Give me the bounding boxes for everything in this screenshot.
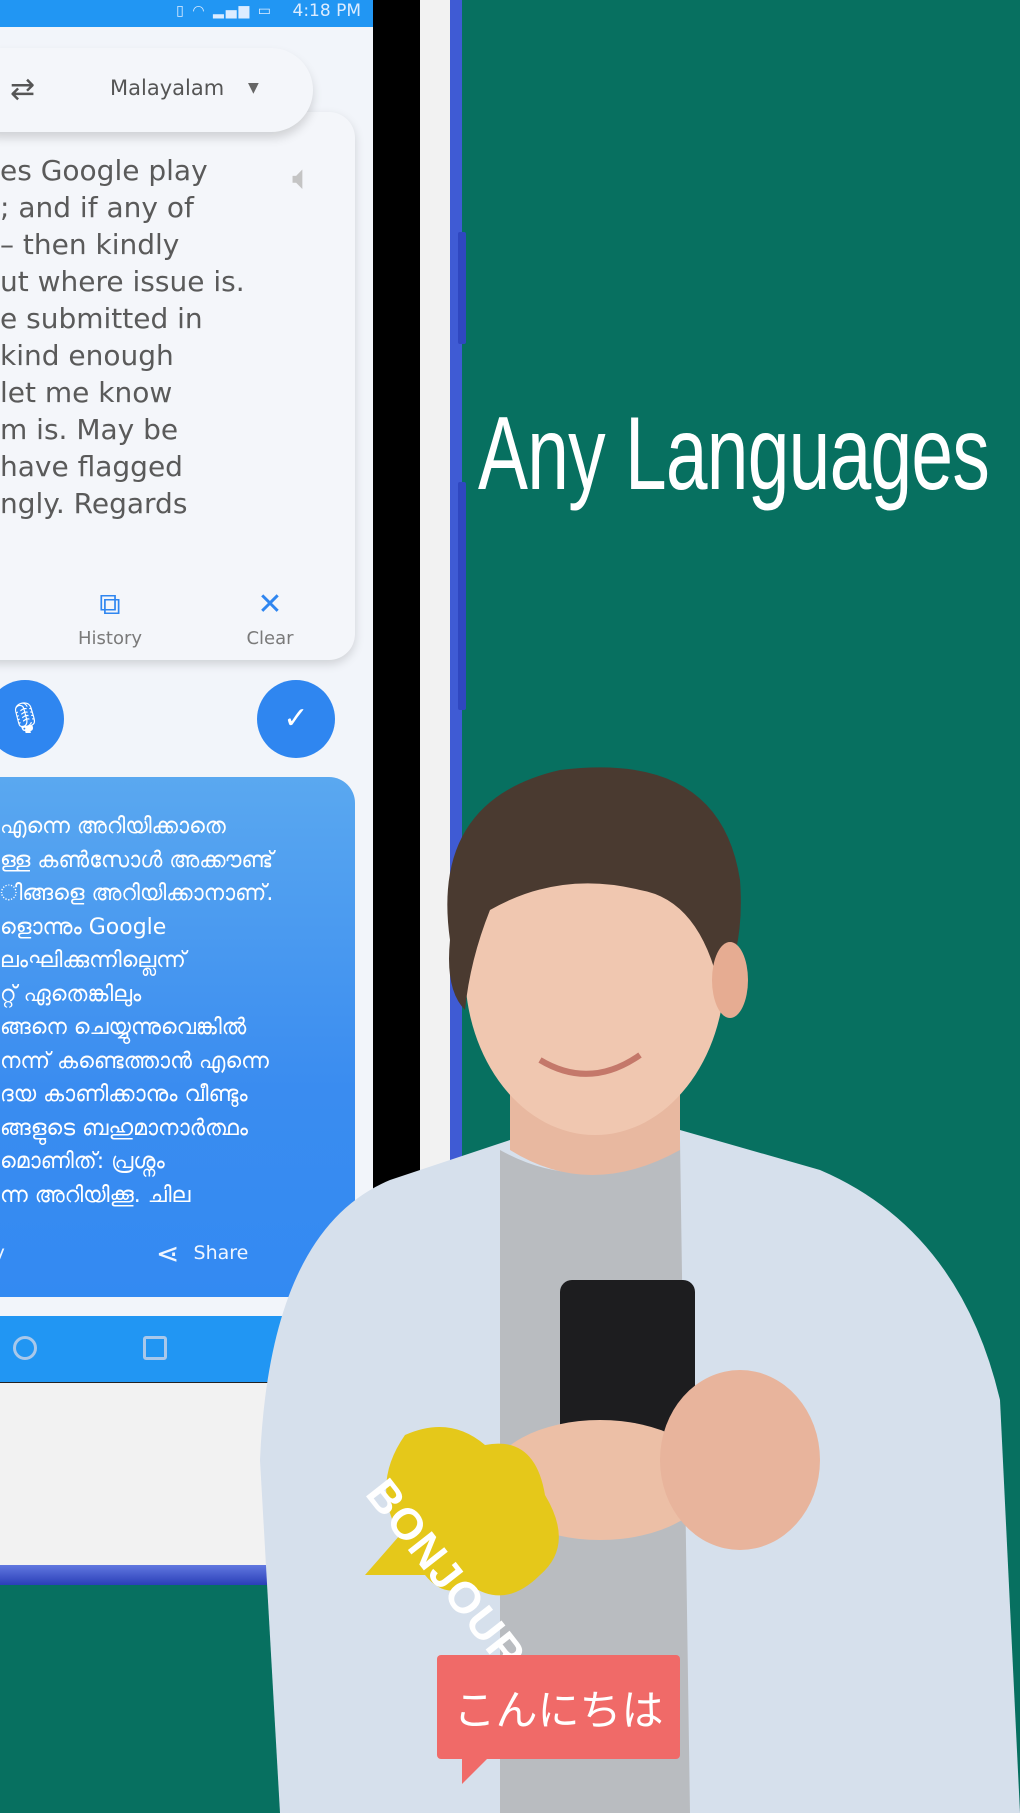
konnichiwa-speech-bubble: こんにちは xyxy=(437,1655,680,1759)
recents-square-icon[interactable] xyxy=(143,1336,167,1360)
home-circle-icon[interactable] xyxy=(13,1336,37,1360)
source-text-line: ngly. Regards xyxy=(0,487,188,520)
input-card: es Google play ; and if any of – then kind… xyxy=(0,112,355,660)
speaker-icon[interactable]: 🔈︎ xyxy=(292,158,312,198)
source-text-line: ; and if any of xyxy=(0,191,194,224)
battery-charging-icon: ▭ xyxy=(257,3,273,19)
phone-power-button xyxy=(458,482,466,710)
microphone-icon: 🎙︎ xyxy=(5,701,45,736)
history-label: History xyxy=(77,628,143,649)
promo-headline: Any Languages xyxy=(478,396,990,512)
clear-button[interactable]: ✕ Clear xyxy=(230,587,310,650)
chevron-down-icon[interactable]: ▼ xyxy=(248,80,259,96)
copy-label: opy xyxy=(0,1242,5,1264)
source-text-line: m is. May be xyxy=(0,413,179,446)
source-text-line: e submitted in xyxy=(0,302,203,335)
signal-4g-icon: ▂▄▆ xyxy=(213,3,252,19)
microphone-button[interactable]: 🎙︎ xyxy=(0,680,64,758)
status-bar: ▯ ◠ ▂▄▆ ▭ 4:18 PM xyxy=(0,0,373,27)
source-text-line: – then kindly xyxy=(0,228,180,261)
konnichiwa-text: こんにちは xyxy=(453,1686,664,1735)
source-text-line: let me know xyxy=(0,376,173,409)
wifi-icon: ◠ xyxy=(192,3,207,19)
source-text-line: es Google play xyxy=(0,154,208,187)
close-icon: ✕ xyxy=(257,587,283,622)
speech-bubble-tail xyxy=(462,1758,488,1784)
person-ear xyxy=(712,942,748,1018)
vibrate-icon: ▯ xyxy=(176,3,186,19)
share-label: Share xyxy=(193,1242,249,1264)
target-language-dropdown[interactable]: Malayalam xyxy=(110,76,224,100)
check-icon: ✓ xyxy=(283,701,309,736)
person-hand-right xyxy=(660,1370,820,1550)
copy-button[interactable]: opy xyxy=(0,1242,5,1264)
history-button[interactable]: ⧉ History xyxy=(65,587,155,650)
status-icons: ▯ ◠ ▂▄▆ ▭ xyxy=(176,3,273,19)
phone-bottom-edge xyxy=(0,1565,268,1585)
source-text[interactable]: es Google play ; and if any of – then kind… xyxy=(0,152,300,522)
source-text-line: have flagged xyxy=(0,450,183,483)
share-button[interactable]: ⋖ Share xyxy=(156,1237,248,1270)
history-icon: ⧉ xyxy=(99,587,121,622)
status-time: 4:18 PM xyxy=(292,1,362,21)
phone-volume-button xyxy=(458,232,466,344)
source-text-line: ut where issue is. xyxy=(0,265,245,298)
swap-arrows-icon[interactable]: ⇄ xyxy=(10,72,35,107)
share-icon: ⋖ xyxy=(156,1237,180,1270)
clear-label: Clear xyxy=(246,628,294,649)
translate-button[interactable]: ✓ xyxy=(257,680,335,758)
language-selector-bar: ⇄ Malayalam ▼ xyxy=(0,48,313,132)
source-text-line: kind enough xyxy=(0,339,174,372)
